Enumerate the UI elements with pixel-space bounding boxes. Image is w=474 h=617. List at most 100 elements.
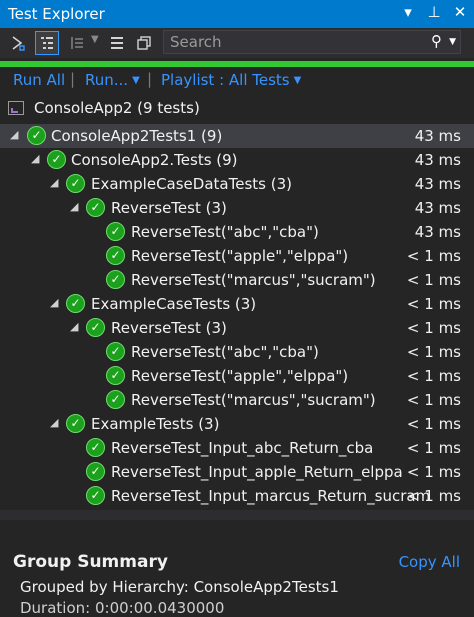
expand-all-icon[interactable] — [105, 31, 129, 55]
run-tests-after-build-icon[interactable] — [6, 31, 30, 55]
title-bar: Test Explorer ▾ ⊥ ✕ — [0, 0, 474, 28]
tree-node[interactable]: ✓ ReverseTest("abc","cba") 43 ms — [0, 220, 474, 244]
tree-node[interactable]: ✓ ReverseTest("marcus","sucram") < 1 ms — [0, 388, 474, 412]
expanded-arrow-icon[interactable]: ◢ — [50, 296, 58, 309]
test-passed-icon: ✓ — [86, 486, 105, 505]
expanded-arrow-icon[interactable]: ◢ — [10, 128, 18, 141]
tree-node-duration: 43 ms — [414, 151, 461, 169]
test-passed-icon: ✓ — [66, 414, 85, 433]
tree-node-duration: < 1 ms — [406, 271, 461, 289]
test-passed-icon: ✓ — [27, 126, 46, 145]
test-progress-bar — [0, 61, 474, 67]
tree-node-duration: 43 ms — [414, 127, 461, 145]
chevron-down-icon: ▼ — [293, 75, 302, 86]
tree-node[interactable]: ◢ ✓ ConsoleApp2Tests1 (9) 43 ms — [0, 124, 474, 148]
collapse-all-icon[interactable] — [132, 31, 156, 55]
run-dropdown[interactable]: Run... ▼ — [85, 71, 140, 89]
copy-all-link[interactable]: Copy All — [399, 553, 460, 571]
search-icon[interactable]: ⚲ — [431, 32, 442, 50]
splitter[interactable] — [0, 510, 474, 520]
tree-node-duration: < 1 ms — [406, 319, 461, 337]
tree-node-label: ReverseTest_Input_abc_Return_cba — [111, 439, 374, 457]
tree-node-label: ReverseTest("marcus","sucram") — [131, 271, 376, 289]
expanded-arrow-icon[interactable]: ◢ — [70, 320, 78, 333]
tree-node[interactable]: ◢ ✓ ExampleTests (3) < 1 ms — [0, 412, 474, 436]
grouped-by-text: Grouped by Hierarchy: ConsoleApp2Tests1 — [20, 578, 339, 596]
group-summary-panel: Group Summary Copy All Grouped by Hierar… — [0, 520, 474, 617]
group-by-hierarchy-icon[interactable] — [35, 31, 59, 55]
tree-node-label: ReverseTest("abc","cba") — [131, 223, 319, 241]
group-by-icon[interactable] — [65, 31, 89, 55]
run-link: Run... — [85, 71, 129, 89]
test-passed-icon: ✓ — [106, 222, 125, 241]
tree-node[interactable]: ✓ ReverseTest("marcus","sucram") < 1 ms — [0, 268, 474, 292]
tree-node-duration: < 1 ms — [406, 343, 461, 361]
close-icon[interactable]: ✕ — [452, 3, 468, 21]
tree-node-label: ConsoleApp2Tests1 (9) — [51, 127, 223, 145]
tree-node-label: ReverseTest("marcus","sucram") — [131, 391, 376, 409]
summary-title: Group Summary — [13, 552, 168, 572]
test-passed-icon: ✓ — [86, 198, 105, 217]
tree-node[interactable]: ✓ ReverseTest_Input_marcus_Return_sucram… — [0, 484, 474, 508]
tree-node-label: ReverseTest("abc","cba") — [131, 343, 319, 361]
playlist-link: Playlist : All Tests — [161, 71, 290, 89]
group-by-dropdown-icon[interactable]: ▼ — [91, 34, 99, 45]
tree-node-label: ReverseTest_Input_marcus_Return_sucram — [111, 487, 431, 505]
tree-node-duration: < 1 ms — [406, 391, 461, 409]
tree-node-duration: < 1 ms — [406, 247, 461, 265]
tree-node-label: ReverseTest (3) — [111, 199, 227, 217]
tree-node-duration: 43 ms — [414, 199, 461, 217]
tree-node-label: ReverseTest("apple","elppa") — [131, 367, 349, 385]
playlist-dropdown[interactable]: Playlist : All Tests ▼ — [161, 71, 301, 89]
pin-icon[interactable]: ⊥ — [426, 3, 442, 21]
tree-node[interactable]: ◢ ✓ ReverseTest (3) 43 ms — [0, 196, 474, 220]
separator: | — [70, 70, 76, 88]
search-options-dropdown-icon[interactable]: ▼ — [449, 37, 456, 47]
tree-node-label: ReverseTest (3) — [111, 319, 227, 337]
tree-node-label: ExampleTests (3) — [91, 415, 220, 433]
test-passed-icon: ✓ — [86, 318, 105, 337]
dropdown-arrow-icon[interactable]: ▾ — [400, 3, 416, 21]
window-controls: ▾ ⊥ ✕ — [400, 3, 468, 21]
tree-node-label: ExampleCaseDataTests (3) — [91, 175, 292, 193]
test-passed-icon: ✓ — [86, 462, 105, 481]
project-label: ConsoleApp2 (9 tests) — [34, 99, 200, 117]
tree-node-label: ReverseTest("apple","elppa") — [131, 247, 349, 265]
test-passed-icon: ✓ — [86, 438, 105, 457]
tree-node[interactable]: ◢ ✓ ConsoleApp2.Tests (9) 43 ms — [0, 148, 474, 172]
tree-node-duration: < 1 ms — [406, 463, 461, 481]
tree-node-duration: 43 ms — [414, 223, 461, 241]
search-box: ⚲ ▼ — [163, 30, 461, 54]
tree-node[interactable]: ✓ ReverseTest_Input_abc_Return_cba < 1 m… — [0, 436, 474, 460]
chevron-down-icon: ▼ — [132, 75, 140, 86]
run-all-link[interactable]: Run All — [13, 71, 65, 89]
tree-node[interactable]: ✓ ReverseTest("apple","elppa") < 1 ms — [0, 364, 474, 388]
tree-node-duration: < 1 ms — [406, 415, 461, 433]
tree-node[interactable]: ◢ ✓ ExampleCaseDataTests (3) 43 ms — [0, 172, 474, 196]
tree-node-label: ReverseTest_Input_apple_Return_elppa — [111, 463, 403, 481]
project-icon — [8, 101, 24, 115]
tree-node[interactable]: ✓ ReverseTest("apple","elppa") < 1 ms — [0, 244, 474, 268]
tree-node-label: ConsoleApp2.Tests (9) — [71, 151, 238, 169]
tree-node-duration: 43 ms — [414, 175, 461, 193]
expanded-arrow-icon[interactable]: ◢ — [31, 152, 39, 165]
test-passed-icon: ✓ — [47, 150, 66, 169]
window-title: Test Explorer — [8, 5, 105, 23]
tree-node[interactable]: ✓ ReverseTest("abc","cba") < 1 ms — [0, 340, 474, 364]
tree-node[interactable]: ◢ ✓ ExampleCaseTests (3) < 1 ms — [0, 292, 474, 316]
test-passed-icon: ✓ — [66, 174, 85, 193]
tree-node-duration: < 1 ms — [406, 367, 461, 385]
test-passed-icon: ✓ — [106, 366, 125, 385]
tree-node[interactable]: ◢ ✓ ReverseTest (3) < 1 ms — [0, 316, 474, 340]
summary-duration: Duration: 0:00:00.0430000 — [20, 599, 225, 617]
expanded-arrow-icon[interactable]: ◢ — [50, 176, 58, 189]
expanded-arrow-icon[interactable]: ◢ — [70, 200, 78, 213]
project-header[interactable]: ConsoleApp2 (9 tests) — [8, 97, 200, 119]
test-passed-icon: ✓ — [106, 270, 125, 289]
tree-node[interactable]: ✓ ReverseTest_Input_apple_Return_elppa <… — [0, 460, 474, 484]
test-passed-icon: ✓ — [106, 390, 125, 409]
expanded-arrow-icon[interactable]: ◢ — [50, 416, 58, 429]
search-input[interactable] — [164, 31, 426, 53]
action-bar: Run All | Run... ▼ | Playlist : All Tests… — [0, 70, 474, 92]
separator: | — [147, 70, 153, 88]
